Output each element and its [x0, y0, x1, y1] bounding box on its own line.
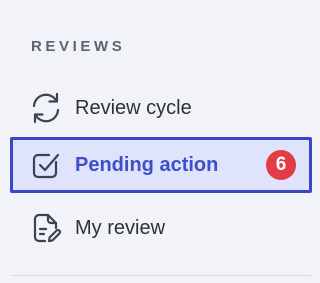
sidebar-item-my-review[interactable]: My review	[10, 200, 312, 256]
document-edit-icon	[29, 211, 63, 245]
sidebar-item-pending-action[interactable]: Pending action 6	[10, 137, 312, 193]
sidebar-item-label: Pending action	[75, 154, 219, 176]
check-square-icon	[29, 148, 63, 182]
sidebar-item-label: Review cycle	[75, 97, 192, 119]
sidebar-item-review-cycle[interactable]: Review cycle	[10, 80, 312, 136]
section-title: REVIEWS	[31, 38, 126, 55]
sidebar-item-label: My review	[75, 217, 166, 239]
refresh-icon	[29, 91, 63, 125]
divider	[11, 275, 311, 276]
notification-badge: 6	[266, 150, 296, 180]
